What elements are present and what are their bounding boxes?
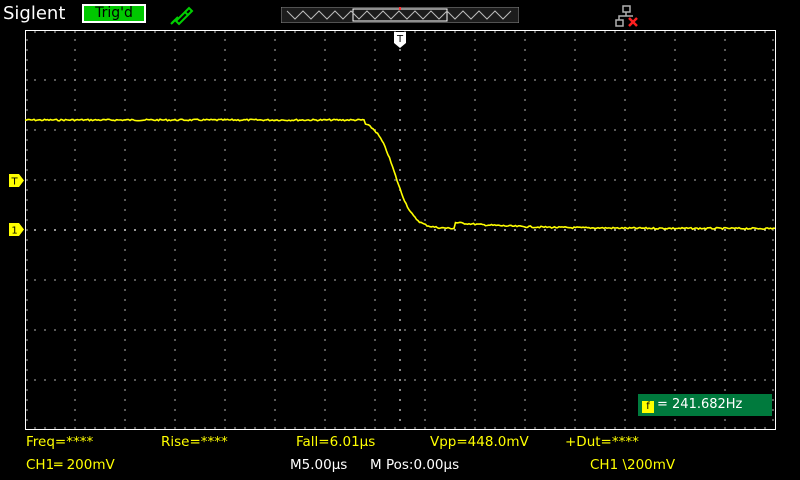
ch1-scale[interactable]: CH1═ 200mV	[26, 457, 115, 474]
network-disconnected-icon	[615, 5, 638, 27]
frequency-icon: f	[642, 401, 654, 413]
time-base[interactable]: M5.00μs	[290, 457, 347, 474]
measure-vpp: Vpp=448.0mV	[430, 434, 529, 450]
horizontal-position-bar[interactable]	[281, 7, 519, 23]
trigger-position-marker[interactable]: T	[393, 31, 407, 49]
measure-rise: Rise=****	[161, 434, 228, 450]
probe-icon[interactable]	[168, 4, 194, 26]
measure-duty: +Dut=****	[565, 434, 639, 450]
horizontal-position[interactable]: M Pos:0.00μs	[370, 457, 459, 474]
frequency-value: = 241.682Hz	[657, 397, 743, 412]
svg-text:T: T	[396, 34, 404, 45]
ch1-ground-marker[interactable]: 1	[9, 223, 24, 236]
trigger-info[interactable]: CH1 \200mV	[590, 457, 675, 474]
trigger-level-marker[interactable]: T	[9, 174, 24, 187]
measure-fall: Fall=6.01μs	[296, 434, 376, 450]
brand-label: Siglent	[3, 3, 66, 24]
measure-freq: Freq=****	[26, 434, 94, 450]
waveform-grid[interactable]	[25, 30, 776, 430]
frequency-counter: f = 241.682Hz	[638, 394, 772, 416]
svg-text:1: 1	[11, 226, 17, 237]
svg-text:T: T	[10, 177, 18, 188]
trigger-status-badge: Trig'd	[82, 4, 146, 23]
